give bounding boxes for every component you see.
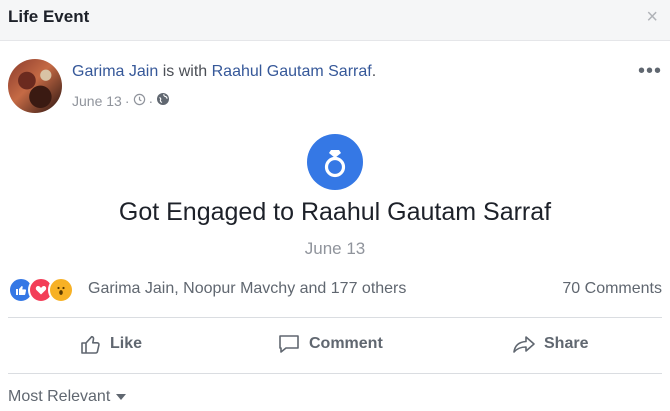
comment-button[interactable]: Comment	[277, 333, 383, 355]
post-byline: Garima Jain is with Raahul Gautam Sarraf…	[72, 63, 376, 81]
share-button[interactable]: Share	[512, 333, 588, 355]
reaction-icons[interactable]	[8, 277, 74, 303]
avatar[interactable]	[8, 59, 62, 113]
wow-reaction-icon	[48, 277, 74, 303]
reaction-names[interactable]: Garima Jain, Noopur Mavchy and 177 other…	[88, 280, 406, 298]
divider	[8, 317, 662, 318]
share-arrow-icon	[512, 333, 536, 355]
comment-count[interactable]: 70 Comments	[562, 280, 662, 298]
share-label: Share	[544, 335, 589, 352]
meta-separator: ·	[124, 92, 130, 109]
globe-icon[interactable]	[156, 92, 170, 109]
life-event-title: Got Engaged to Raahul Gautam Sarraf	[118, 198, 552, 226]
comment-sort-dropdown[interactable]: Most Relevant	[8, 388, 127, 406]
life-event-date: June 13	[304, 239, 366, 258]
like-label: Like	[110, 335, 143, 352]
close-icon[interactable]: ×	[646, 6, 658, 29]
life-event-header: Life Event ×	[0, 0, 670, 41]
meta-separator-2: ·	[148, 92, 154, 109]
sort-label: Most Relevant	[8, 388, 111, 405]
comment-bubble-icon	[277, 333, 301, 355]
post-meta: June 13 · ·	[72, 92, 170, 109]
post-date[interactable]: June 13	[72, 93, 122, 109]
byline-connector: is with	[162, 63, 208, 80]
like-button[interactable]: Like	[80, 333, 142, 355]
author-link[interactable]: Garima Jain	[72, 63, 158, 80]
divider	[8, 373, 662, 374]
caret-down-icon	[116, 394, 127, 400]
more-options-icon[interactable]: •••	[638, 60, 662, 83]
ring-icon	[307, 134, 363, 190]
clock-icon	[133, 93, 146, 109]
tagged-person-link[interactable]: Raahul Gautam Sarraf	[212, 63, 372, 80]
dialog-title: Life Event	[8, 7, 90, 26]
byline-period: .	[371, 63, 377, 80]
comment-label: Comment	[309, 335, 383, 352]
thumbs-up-icon	[80, 333, 102, 355]
